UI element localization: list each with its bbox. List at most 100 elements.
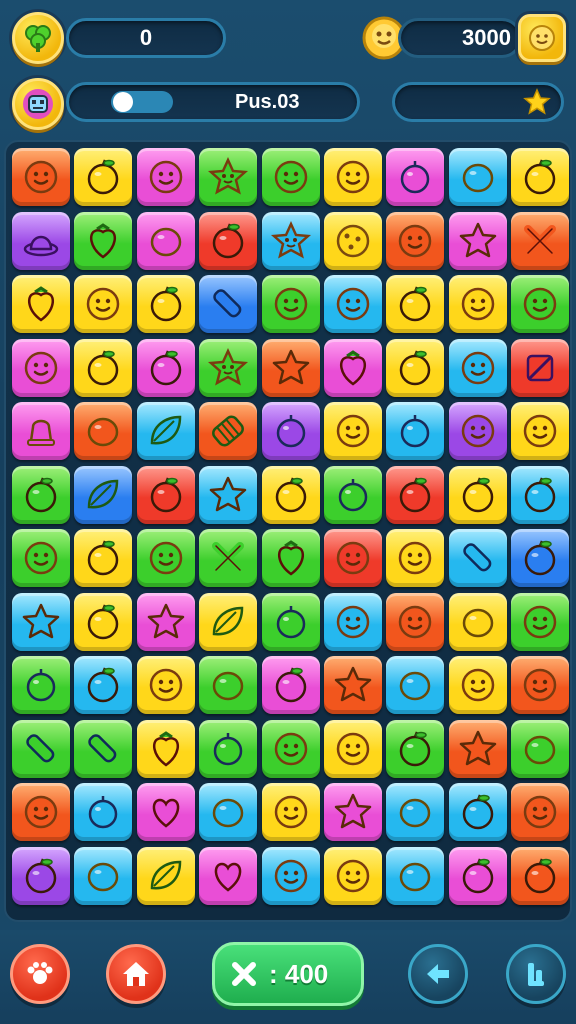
game-tile[interactable] <box>386 846 445 905</box>
toggle-switch[interactable] <box>111 91 173 113</box>
game-tile[interactable] <box>12 783 70 841</box>
game-tile[interactable] <box>199 529 258 587</box>
boosters-button[interactable] <box>506 944 566 1004</box>
game-tile[interactable] <box>12 402 70 460</box>
game-tile[interactable] <box>261 656 320 714</box>
game-tile[interactable] <box>261 338 320 397</box>
home-button[interactable] <box>106 944 166 1004</box>
game-tile[interactable] <box>261 211 320 270</box>
back-button[interactable] <box>408 944 468 1004</box>
game-tile[interactable] <box>261 402 320 460</box>
game-tile[interactable] <box>448 529 507 587</box>
game-tile[interactable] <box>74 275 133 333</box>
game-tile[interactable] <box>323 338 382 397</box>
game-tile[interactable] <box>199 338 258 397</box>
game-tile[interactable] <box>12 211 70 270</box>
game-tile[interactable] <box>261 275 320 333</box>
game-tile[interactable] <box>136 783 195 841</box>
game-tile[interactable] <box>386 656 445 714</box>
game-tile[interactable] <box>323 719 382 778</box>
game-tile[interactable] <box>74 783 133 841</box>
game-tile[interactable] <box>511 338 570 397</box>
game-tile[interactable] <box>136 719 195 778</box>
game-tile[interactable] <box>511 592 570 651</box>
game-tile[interactable] <box>12 529 70 587</box>
game-tile[interactable] <box>448 338 507 397</box>
game-tile[interactable] <box>511 465 570 524</box>
game-tile[interactable] <box>386 338 445 397</box>
game-tile[interactable] <box>199 592 258 651</box>
game-tile[interactable] <box>386 211 445 270</box>
game-tile[interactable] <box>261 719 320 778</box>
game-tile[interactable] <box>386 783 445 841</box>
game-tile[interactable] <box>74 148 133 206</box>
game-tile[interactable] <box>199 846 258 905</box>
game-tile[interactable] <box>448 846 507 905</box>
game-tile[interactable] <box>199 275 258 333</box>
game-tile[interactable] <box>199 211 258 270</box>
game-tile[interactable] <box>448 592 507 651</box>
game-tile[interactable] <box>386 275 445 333</box>
game-tile[interactable] <box>261 846 320 905</box>
game-tile[interactable] <box>511 719 570 778</box>
game-tile[interactable] <box>386 592 445 651</box>
game-tile[interactable] <box>386 148 445 206</box>
game-tile[interactable] <box>136 275 195 333</box>
game-tile[interactable] <box>74 465 133 524</box>
game-tile[interactable] <box>511 529 570 587</box>
game-tile[interactable] <box>199 465 258 524</box>
game-tile[interactable] <box>448 465 507 524</box>
game-tile[interactable] <box>136 338 195 397</box>
game-tile[interactable] <box>199 148 258 206</box>
game-tile[interactable] <box>136 846 195 905</box>
game-tile[interactable] <box>136 465 195 524</box>
game-tile[interactable] <box>74 529 133 587</box>
game-tile[interactable] <box>12 465 70 524</box>
game-tile[interactable] <box>12 338 70 397</box>
game-tile[interactable] <box>448 656 507 714</box>
game-tile[interactable] <box>74 846 133 905</box>
game-tile[interactable] <box>323 402 382 460</box>
game-tile[interactable] <box>448 148 507 206</box>
game-tile[interactable] <box>12 148 70 206</box>
game-tile[interactable] <box>323 275 382 333</box>
profile-button[interactable] <box>12 78 64 130</box>
game-tile[interactable] <box>448 402 507 460</box>
game-tile[interactable] <box>323 465 382 524</box>
game-tile[interactable] <box>448 783 507 841</box>
game-tile[interactable] <box>199 402 258 460</box>
game-tile[interactable] <box>511 211 570 270</box>
moves-button[interactable]: : 400 <box>212 942 364 1006</box>
game-tile[interactable] <box>12 275 70 333</box>
game-tile[interactable] <box>323 211 382 270</box>
game-tile[interactable] <box>448 275 507 333</box>
game-tile[interactable] <box>12 719 70 778</box>
game-tile[interactable] <box>136 148 195 206</box>
add-coins-button[interactable] <box>518 14 566 62</box>
game-tile[interactable] <box>386 719 445 778</box>
game-tile[interactable] <box>386 465 445 524</box>
game-tile[interactable] <box>511 148 570 206</box>
game-tile[interactable] <box>136 211 195 270</box>
game-tile[interactable] <box>136 656 195 714</box>
game-tile[interactable] <box>261 592 320 651</box>
game-tile[interactable] <box>261 529 320 587</box>
game-tile[interactable] <box>511 656 570 714</box>
game-tile[interactable] <box>323 148 382 206</box>
game-tile[interactable] <box>386 529 445 587</box>
game-tile[interactable] <box>323 592 382 651</box>
game-tile[interactable] <box>136 592 195 651</box>
game-tile[interactable] <box>199 783 258 841</box>
game-tile[interactable] <box>199 656 258 714</box>
game-tile[interactable] <box>74 592 133 651</box>
game-tile[interactable] <box>74 656 133 714</box>
game-tile[interactable] <box>74 211 133 270</box>
game-tile[interactable] <box>323 529 382 587</box>
game-tile[interactable] <box>74 338 133 397</box>
game-tile[interactable] <box>448 719 507 778</box>
game-tile[interactable] <box>12 846 70 905</box>
game-tile[interactable] <box>511 783 570 841</box>
game-tile[interactable] <box>261 148 320 206</box>
game-tile[interactable] <box>74 719 133 778</box>
game-tile[interactable] <box>511 846 570 905</box>
